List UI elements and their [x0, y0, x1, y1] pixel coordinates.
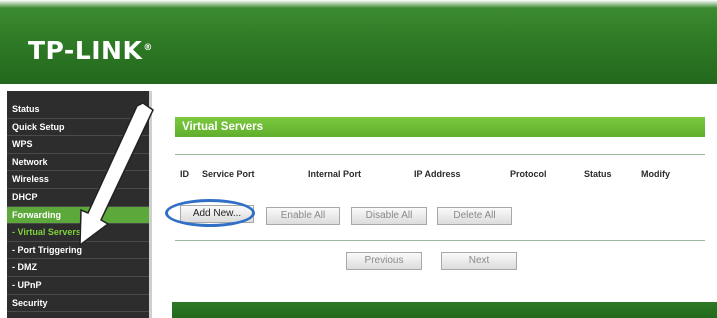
column-header-modify: Modify [641, 169, 670, 179]
sidebar-item-port-triggering[interactable]: - Port Triggering [7, 242, 149, 260]
tp-link-logo: TP-LINK® [28, 36, 153, 65]
previous-button[interactable]: Previous [346, 252, 422, 270]
page-title: Virtual Servers [175, 117, 705, 137]
sidebar-item-wps[interactable]: WPS [7, 136, 149, 154]
column-header-ip-address: IP Address [414, 169, 461, 179]
column-header-internal-port: Internal Port [308, 169, 362, 179]
table-top-divider [175, 154, 705, 155]
sidebar-item-dhcp[interactable]: DHCP [7, 189, 149, 207]
sidebar-item-quick-setup[interactable]: Quick Setup [7, 119, 149, 137]
add-new-highlight-circle [165, 199, 255, 227]
sidebar-item-security[interactable]: Security [7, 295, 149, 313]
column-header-status: Status [584, 169, 612, 179]
header-gap [0, 84, 717, 91]
column-header-protocol: Protocol [510, 169, 547, 179]
sidebar-item-virtual-servers[interactable]: - Virtual Servers [7, 224, 149, 242]
header-banner: TP-LINK® [0, 0, 717, 84]
header-highlight [0, 0, 717, 8]
sidebar-item-forwarding[interactable]: Forwarding [7, 206, 149, 225]
column-header-id: ID [180, 169, 189, 179]
enable-all-button[interactable]: Enable All [266, 207, 340, 225]
sidebar-item-network[interactable]: Network [7, 154, 149, 172]
registered-mark: ® [143, 42, 153, 53]
main-content: Virtual Servers ID Service Port Internal… [153, 91, 717, 318]
column-header-service-port: Service Port [202, 169, 255, 179]
logo-text: TP-LINK [28, 36, 143, 65]
footer-bar [172, 302, 717, 318]
delete-all-button[interactable]: Delete All [437, 207, 512, 225]
table-bottom-divider [175, 240, 705, 241]
next-button[interactable]: Next [441, 252, 517, 270]
sidebar-item-dmz[interactable]: - DMZ [7, 259, 149, 277]
disable-all-button[interactable]: Disable All [351, 207, 427, 225]
sidebar-item-wireless[interactable]: Wireless [7, 171, 149, 189]
sidebar-menu: Status Quick Setup WPS Network Wireless … [7, 91, 152, 318]
sidebar-item-status[interactable]: Status [7, 101, 149, 119]
sidebar-item-upnp[interactable]: - UPnP [7, 277, 149, 295]
